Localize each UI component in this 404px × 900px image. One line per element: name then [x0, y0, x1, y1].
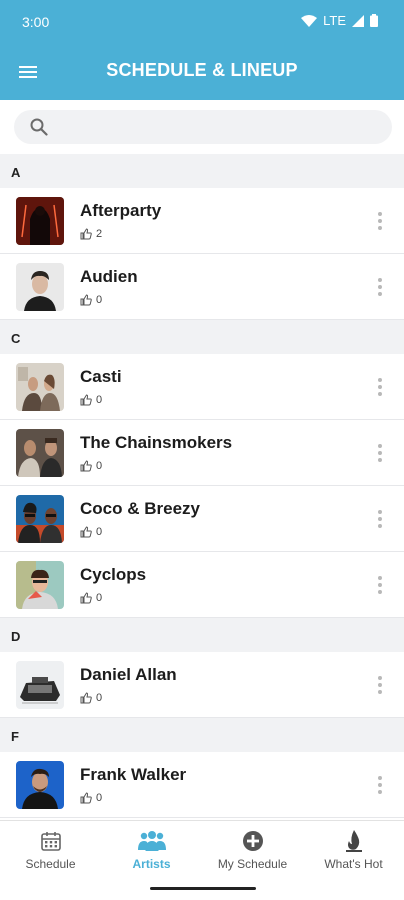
like-count-value: 0 [96, 394, 103, 406]
search-icon [30, 118, 48, 136]
section-header-f: F [0, 718, 404, 752]
artist-row-coco-and-breezy[interactable]: Coco & Breezy 0 [0, 486, 404, 552]
artist-photo [16, 761, 64, 809]
nav-my-schedule[interactable]: My Schedule [202, 829, 303, 871]
artist-row-frank-walker[interactable]: Frank Walker 0 [0, 752, 404, 818]
search-box[interactable] [14, 110, 392, 144]
like-count-value: 0 [96, 526, 103, 538]
like-count: 2 [80, 228, 102, 240]
wifi-icon [301, 14, 318, 27]
like-count: 0 [80, 592, 102, 604]
thumbs-up-icon [80, 692, 92, 704]
artist-row-casti[interactable]: Casti 0 [0, 354, 404, 420]
search-input[interactable] [58, 116, 378, 138]
nav-whats-hot[interactable]: What's Hot [303, 829, 404, 871]
more-options-icon[interactable] [370, 573, 390, 599]
artist-row-afterparty[interactable]: Afterparty 2 [0, 188, 404, 254]
like-count-value: 0 [96, 294, 103, 306]
artist-row-audien[interactable]: Audien 0 [0, 254, 404, 320]
like-count-value: 2 [96, 228, 103, 240]
like-count-value: 0 [96, 460, 103, 472]
artist-name: Afterparty [80, 201, 162, 220]
more-options-icon[interactable] [370, 375, 390, 401]
like-count-value: 0 [96, 792, 103, 804]
status-bar: 3:00 LTE [0, 0, 404, 44]
artist-name: Coco & Breezy [80, 499, 200, 518]
nav-label: My Schedule [217, 857, 288, 871]
app-header: 3:00 LTE SCHEDULE & LINEUP [0, 0, 404, 100]
nav-label: Artists [132, 857, 171, 871]
battery-icon [370, 14, 378, 27]
artist-name: Cyclops [80, 565, 147, 584]
section-header-c: C [0, 320, 404, 354]
app-bar: SCHEDULE & LINEUP [0, 44, 404, 100]
artist-name: Casti [80, 367, 122, 386]
nav-schedule[interactable]: Schedule [0, 829, 101, 871]
thumbs-up-icon [80, 592, 92, 604]
thumbs-up-icon [80, 460, 92, 472]
section-header-a: A [0, 154, 404, 188]
like-count-value: 0 [96, 592, 103, 604]
more-options-icon[interactable] [370, 507, 390, 533]
like-count: 0 [80, 294, 102, 306]
artist-row-daniel-allan[interactable]: Daniel Allan 0 [0, 652, 404, 718]
like-count: 0 [80, 692, 102, 704]
status-time: 3:00 [22, 14, 50, 30]
artist-name: Daniel Allan [80, 665, 177, 684]
artist-photo [16, 495, 64, 543]
artist-name: Audien [80, 267, 138, 286]
home-indicator[interactable] [150, 887, 256, 890]
like-count: 0 [80, 792, 102, 804]
more-options-icon[interactable] [370, 441, 390, 467]
more-options-icon[interactable] [370, 209, 390, 235]
search-bar [0, 100, 404, 154]
thumbs-up-icon [80, 792, 92, 804]
artist-photo [16, 197, 64, 245]
thumbs-up-icon [80, 394, 92, 406]
artist-photo [16, 561, 64, 609]
nav-label: Schedule [25, 857, 76, 871]
artist-photo [16, 661, 64, 709]
artist-list: A Afterparty 2 Audien 0 C Casti 0 The Ch… [0, 154, 404, 818]
calendar-icon [40, 832, 61, 851]
like-count: 0 [80, 526, 102, 538]
like-count: 0 [80, 394, 102, 406]
signal-icon [352, 14, 364, 27]
more-options-icon[interactable] [370, 275, 390, 301]
artist-name: The Chainsmokers [80, 433, 233, 452]
artist-photo [16, 429, 64, 477]
plus-circle-icon [242, 831, 263, 851]
page-title: SCHEDULE & LINEUP [106, 60, 298, 80]
artist-row-cyclops[interactable]: Cyclops 0 [0, 552, 404, 618]
flame-icon [345, 830, 362, 852]
artist-photo [16, 363, 64, 411]
thumbs-up-icon [80, 228, 92, 240]
thumbs-up-icon [80, 294, 92, 306]
nav-label: What's Hot [324, 857, 383, 871]
artist-name: Frank Walker [80, 765, 187, 784]
nav-artists[interactable]: Artists [101, 829, 202, 871]
thumbs-up-icon [80, 526, 92, 538]
network-label: LTE [323, 13, 346, 28]
section-header-d: D [0, 618, 404, 652]
bottom-navigation: Schedule Artists My Schedule What's Hot [0, 820, 404, 900]
artist-row-the-chainsmokers[interactable]: The Chainsmokers 0 [0, 420, 404, 486]
like-count: 0 [80, 460, 102, 472]
people-icon [137, 831, 166, 851]
more-options-icon[interactable] [370, 673, 390, 699]
like-count-value: 0 [96, 692, 103, 704]
more-options-icon[interactable] [370, 773, 390, 799]
status-icons: LTE [301, 13, 378, 28]
artist-photo [16, 263, 64, 311]
